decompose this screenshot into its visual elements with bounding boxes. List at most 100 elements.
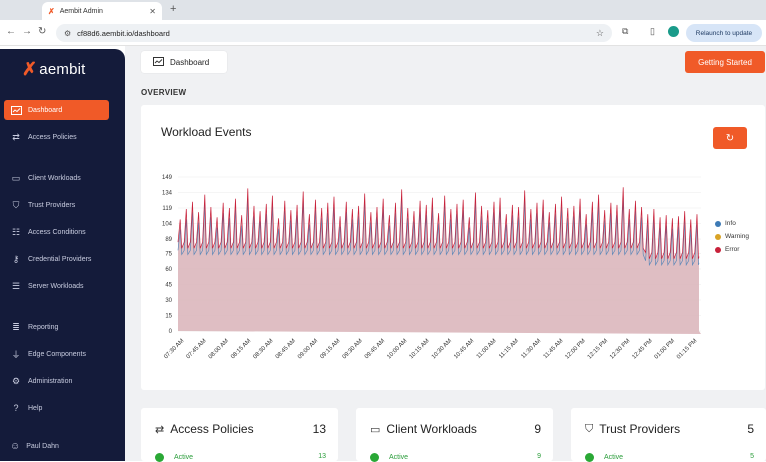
overview-heading: OVERVIEW [141,88,187,97]
stat-card-trust-providers[interactable]: ⛉ Trust Providers 5 Active 5 [571,408,766,462]
x-tick-label: 01:00 PM [654,338,676,360]
sidebar-item-reporting[interactable]: ≣ Reporting [4,317,109,337]
y-tick-label: 0 [169,329,173,335]
browser-tab[interactable]: ✗ Aembit Admin ✕ [42,2,162,20]
y-tick-label: 104 [162,222,173,228]
gear-icon: ⚙ [11,375,21,386]
new-tab-icon[interactable]: + [170,3,176,15]
x-tick-label: 12:30 PM [609,338,631,360]
stat-active-count: 9 [537,453,541,460]
main-content: Dashboard Getting Started OVERVIEW Workl… [125,46,766,462]
x-tick-label: 07:45 AM [186,338,208,360]
x-tick-label: 12:45 PM [631,338,653,360]
workload-events-card: Workload Events ↻ 0 15 30 45 60 75 89 104 119 134… [141,105,765,390]
dashboard-breadcrumb[interactable]: Dashboard [141,51,227,73]
stat-card-access-policies[interactable]: ⇄ Access Policies 13 Active 13 [141,408,338,462]
y-tick-label: 15 [165,313,172,319]
address-bar[interactable]: ⚙ cf88d6.aembit.io/dashboard ☆ [56,24,612,42]
x-tick-label: 11:15 AM [498,338,520,360]
x-tick-label: 09:15 AM [319,338,341,360]
brand-logo[interactable]: ✗ aembit [22,59,86,80]
x-tick-label: 08:00 AM [208,338,230,360]
x-tick-label: 11:45 AM [543,338,565,360]
y-tick-label: 75 [165,251,172,257]
x-tick-label: 08:30 AM [252,338,274,360]
help-icon: ? [13,403,19,413]
site-info-icon[interactable]: ⚙ [64,29,71,38]
x-tick-label: 09:30 AM [342,338,364,360]
x-tick-label: 08:45 AM [275,338,297,360]
address-bar-row: ← → ↻ ⚙ cf88d6.aembit.io/dashboard ☆ ⧉ ▯… [0,20,766,46]
arrows-swap-icon: ⇄ [12,131,20,142]
stat-count: 5 [747,422,754,436]
key-icon: ⚷ [12,253,20,264]
sidebar-item-credential-providers[interactable]: ⚷ Credential Providers [4,249,109,269]
chart-legend: Info Warning Error [715,217,749,256]
x-tick-label: 11:00 AM [476,338,498,360]
user-icon: ☺ [10,441,21,452]
sidebar-item-help[interactable]: ? Help [4,398,109,418]
stat-count: 9 [534,422,541,436]
y-tick-label: 30 [165,298,172,304]
aembit-favicon-icon: ✗ [48,6,55,16]
chart-window-icon [153,56,164,68]
sidebar-item-access-conditions[interactable]: ☷ Access Conditions [4,222,109,242]
stat-active-count: 13 [318,453,326,460]
user-menu[interactable]: ☺ Paul Dahn [10,441,59,452]
sidebar-item-trust-providers[interactable]: ⛉ Trust Providers [4,195,109,215]
y-tick-label: 119 [162,206,172,212]
reload-icon[interactable]: ↻ [38,26,46,37]
x-tick-label: 12:00 PM [564,338,586,360]
profile-avatar[interactable] [668,26,679,37]
stat-active-count: 5 [750,453,754,460]
sidebar-item-server-workloads[interactable]: ☰ Server Workloads [4,276,109,296]
close-tab-icon[interactable]: ✕ [149,7,156,16]
chart-window-icon [10,105,22,115]
forward-icon[interactable]: → [22,26,32,37]
relaunch-button[interactable]: Relaunch to update [686,24,762,42]
legend-item-warning[interactable]: Warning [715,230,749,243]
sidebar: ✗ aembit Dashboard ⇄ Access Policies ▭ C… [0,49,125,461]
getting-started-button[interactable]: Getting Started [685,51,765,73]
x-tick-label: 11:30 AM [520,338,542,360]
x-tick-label: 01:15 PM [676,338,698,360]
shield-check-icon: ⛉ [12,199,20,210]
legend-item-error[interactable]: Error [715,243,749,256]
legend-item-info[interactable]: Info [715,217,749,230]
server-icon: ☰ [11,280,21,291]
x-tick-label: 10:30 AM [431,338,453,360]
y-tick-label: 134 [162,191,173,197]
sidebar-item-edge-components[interactable]: ⏚ Edge Components [4,344,109,364]
x-tick-label: 10:45 AM [453,338,475,360]
aembit-logo-icon: ✗ [22,59,38,79]
x-tick-label: 09:45 AM [364,338,386,360]
monitor-icon: ▭ [370,423,381,436]
x-tick-label: 10:15 AM [409,338,431,360]
monitor-icon: ▭ [11,172,21,183]
y-tick-label: 149 [162,175,173,181]
stat-card-client-workloads[interactable]: ▭ Client Workloads 9 Active 9 [356,408,553,462]
browser-tabstrip: ✗ Aembit Admin ✕ + [0,0,766,20]
y-tick-label: 60 [165,267,172,273]
url-text: cf88d6.aembit.io/dashboard [77,28,170,38]
x-tick-label: 12:15 PM [587,338,609,360]
sidebar-item-client-workloads[interactable]: ▭ Client Workloads [4,168,109,188]
list-icon: ≣ [12,321,20,332]
x-tick-label: 07:30 AM [163,338,185,360]
sidebar-item-administration[interactable]: ⚙ Administration [4,371,109,391]
tab-title: Aembit Admin [59,7,103,15]
y-tick-label: 89 [165,237,172,243]
sidebar-item-dashboard[interactable]: Dashboard [4,100,109,120]
x-tick-label: 09:00 AM [297,338,319,360]
sidepanel-icon[interactable]: ▯ [650,26,655,37]
arrows-swap-icon: ⇄ [155,423,165,436]
y-tick-label: 45 [165,282,172,288]
extensions-icon[interactable]: ⧉ [622,26,628,37]
bookmark-star-icon[interactable]: ☆ [596,28,604,39]
sidebar-item-access-policies[interactable]: ⇄ Access Policies [4,127,109,147]
plug-icon: ⏚ [11,349,21,360]
x-tick-label: 08:15 AM [230,338,252,360]
x-tick-label: 10:00 AM [386,338,408,360]
back-icon[interactable]: ← [6,26,16,37]
shield-check-icon: ⛉ [585,422,594,435]
